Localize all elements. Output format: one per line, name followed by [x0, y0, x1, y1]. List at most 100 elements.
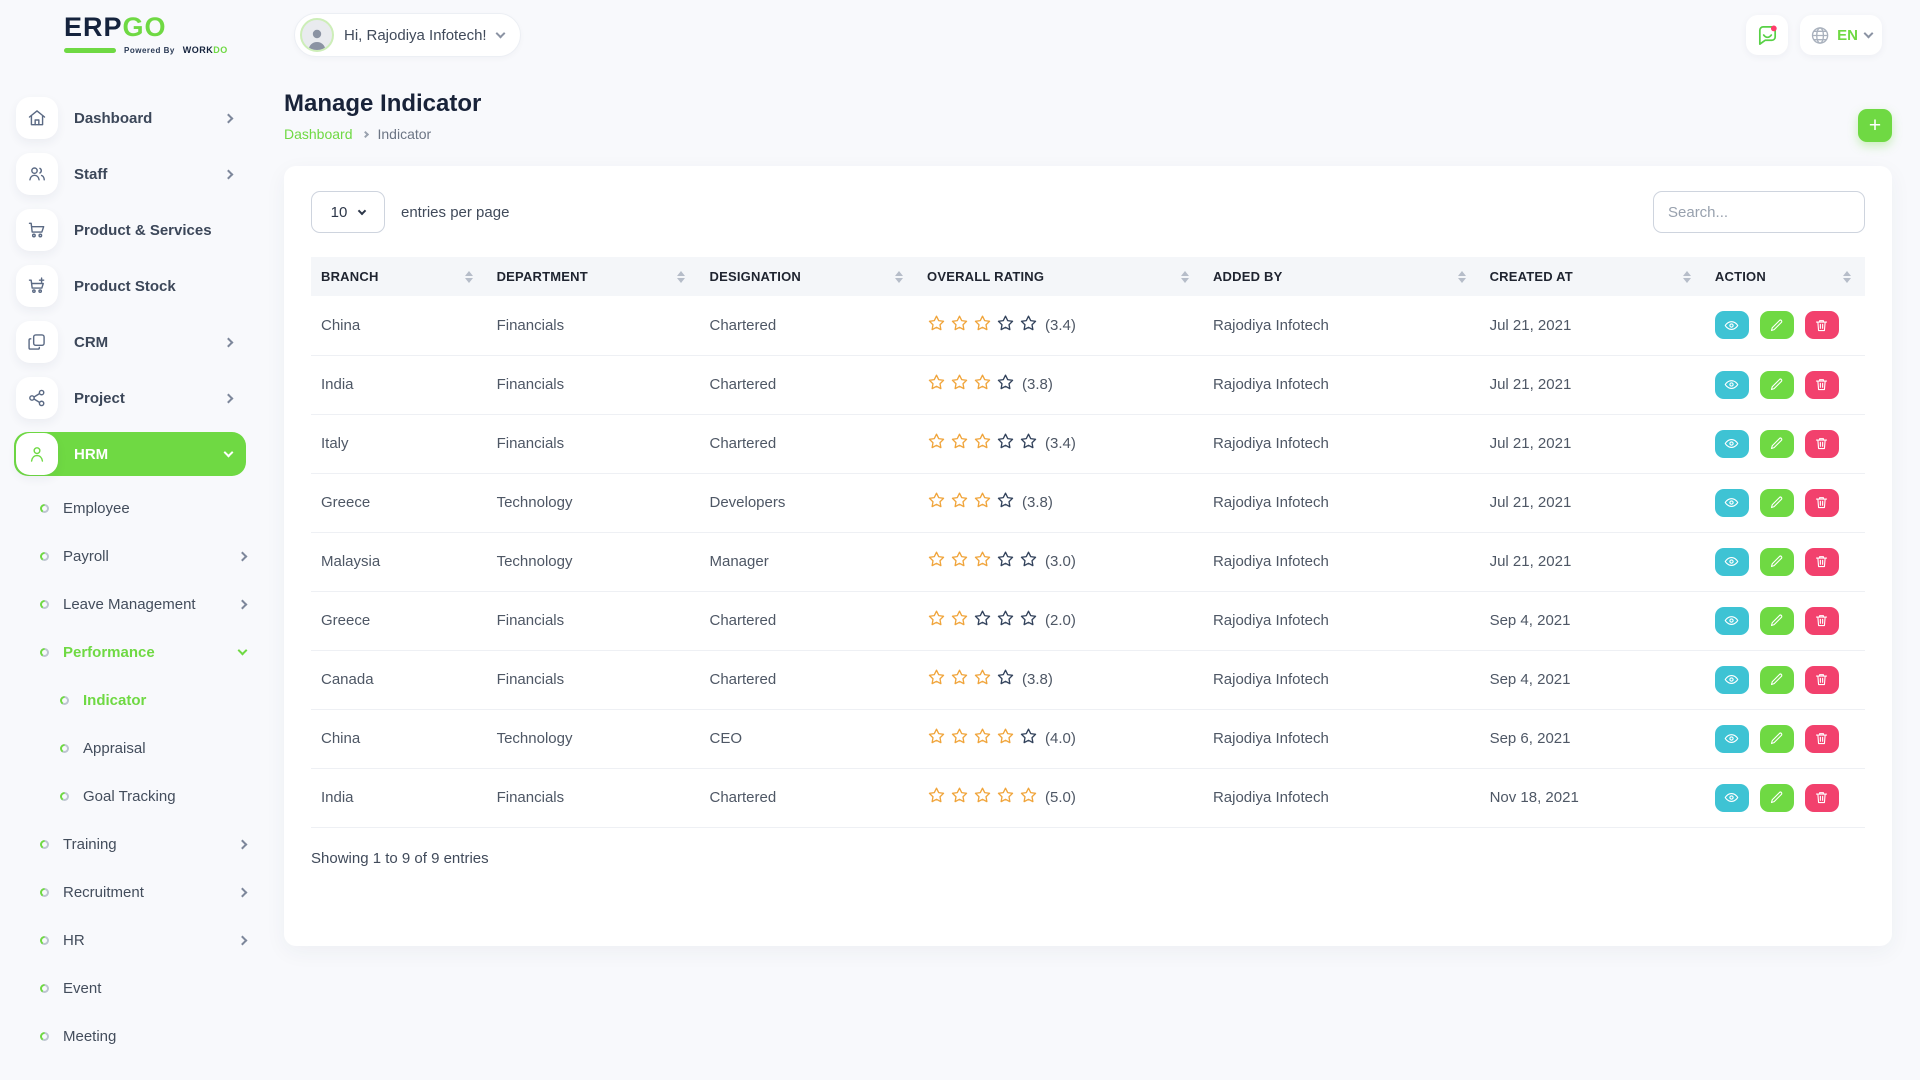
chevron-right-icon [238, 551, 248, 561]
column-header-action[interactable]: ACTION [1705, 257, 1865, 296]
overall-rating-cell: (2.0) [917, 591, 1203, 650]
sidebar-item-performance[interactable]: Performance [14, 632, 246, 672]
sidebar-item-dashboard[interactable]: Dashboard [14, 96, 246, 140]
sidebar-item-label: Employee [63, 500, 246, 517]
delete-button[interactable] [1805, 311, 1839, 339]
sidebar-item-goal-tracking[interactable]: Goal Tracking [14, 776, 246, 816]
overall-rating-cell: (3.8) [917, 650, 1203, 709]
star-icon [973, 432, 992, 455]
branch-cell: Greece [311, 591, 487, 650]
table-header-row: BRANCH DEPARTMENT DESIGNATION OVERALL RA… [311, 257, 1865, 296]
breadcrumb-dashboard-link[interactable]: Dashboard [284, 126, 353, 142]
view-button[interactable] [1715, 548, 1749, 576]
created-at-cell: Nov 18, 2021 [1480, 768, 1705, 827]
view-button[interactable] [1715, 371, 1749, 399]
star-icon [927, 727, 946, 750]
view-button[interactable] [1715, 489, 1749, 517]
bullet-icon [40, 840, 49, 849]
view-button[interactable] [1715, 430, 1749, 458]
star-icon [950, 314, 969, 337]
edit-button[interactable] [1760, 784, 1794, 812]
sidebar-item-hrm[interactable]: HRM [14, 432, 246, 476]
trash-icon [1814, 672, 1829, 687]
overall-rating-cell: (3.0) [917, 532, 1203, 591]
star-icon [927, 668, 946, 691]
add-indicator-button[interactable]: + [1858, 109, 1892, 142]
delete-button[interactable] [1805, 607, 1839, 635]
edit-button[interactable] [1760, 311, 1794, 339]
edit-button[interactable] [1760, 371, 1794, 399]
branch-cell: China [311, 709, 487, 768]
chevron-down-icon [495, 29, 505, 39]
messenger-button[interactable] [1746, 15, 1788, 55]
edit-button[interactable] [1760, 548, 1794, 576]
eye-icon [1724, 377, 1739, 392]
sidebar-item-staff[interactable]: Staff [14, 152, 246, 196]
sidebar-item-product-services[interactable]: Product & Services [14, 208, 246, 252]
star-icon [927, 432, 946, 455]
view-button[interactable] [1715, 725, 1749, 753]
delete-button[interactable] [1805, 489, 1839, 517]
sidebar-item-employee[interactable]: Employee [14, 488, 246, 528]
star-icon [973, 609, 992, 632]
created-at-cell: Jul 21, 2021 [1480, 296, 1705, 355]
edit-button[interactable] [1760, 666, 1794, 694]
column-header-designation[interactable]: DESIGNATION [699, 257, 917, 296]
rating-value: (3.0) [1045, 553, 1076, 570]
column-header-department[interactable]: DEPARTMENT [487, 257, 700, 296]
sidebar-item-appraisal[interactable]: Appraisal [14, 728, 246, 768]
column-header-created-at[interactable]: CREATED AT [1480, 257, 1705, 296]
edit-button[interactable] [1760, 430, 1794, 458]
sidebar-item-crm[interactable]: CRM [14, 320, 246, 364]
sort-icon [465, 271, 473, 283]
sidebar-item-payroll[interactable]: Payroll [14, 536, 246, 576]
edit-button[interactable] [1760, 489, 1794, 517]
column-header-overall-rating[interactable]: OVERALL RATING [917, 257, 1203, 296]
department-cell: Financials [487, 296, 700, 355]
table-row: ChinaTechnologyCEO(4.0)Rajodiya Infotech… [311, 709, 1865, 768]
delete-button[interactable] [1805, 430, 1839, 458]
sort-icon [895, 271, 903, 283]
eye-icon [1724, 495, 1739, 510]
user-menu[interactable]: Hi, Rajodiya Infotech! [294, 13, 521, 57]
sidebar-item-recruitment[interactable]: Recruitment [14, 872, 246, 912]
cart-icon [16, 209, 58, 251]
sidebar-item-indicator[interactable]: Indicator [14, 680, 246, 720]
workdo-brand: WORKDO [183, 45, 228, 55]
app-logo: ERPGO Powered By WORKDO [64, 12, 234, 55]
view-button[interactable] [1715, 311, 1749, 339]
indicator-table: BRANCH DEPARTMENT DESIGNATION OVERALL RA… [311, 257, 1865, 828]
sidebar-item-product-stock[interactable]: Product Stock [14, 264, 246, 308]
delete-button[interactable] [1805, 371, 1839, 399]
column-header-branch[interactable]: BRANCH [311, 257, 487, 296]
trash-icon [1814, 436, 1829, 451]
sidebar-item-event[interactable]: Event [14, 968, 246, 1008]
edit-button[interactable] [1760, 725, 1794, 753]
delete-button[interactable] [1805, 784, 1839, 812]
created-at-cell: Jul 21, 2021 [1480, 473, 1705, 532]
created-at-cell: Sep 4, 2021 [1480, 591, 1705, 650]
column-header-added-by[interactable]: ADDED BY [1203, 257, 1480, 296]
edit-button[interactable] [1760, 607, 1794, 635]
sidebar-item-hr[interactable]: HR [14, 920, 246, 960]
star-icon [927, 373, 946, 396]
sidebar-item-leave-management[interactable]: Leave Management [14, 584, 246, 624]
language-selector[interactable]: EN [1800, 15, 1882, 55]
delete-button[interactable] [1805, 548, 1839, 576]
sidebar-item-training[interactable]: Training [14, 824, 246, 864]
sidebar-item-meeting[interactable]: Meeting [14, 1016, 246, 1056]
sidebar-item-label: Performance [63, 644, 225, 661]
added-by-cell: Rajodiya Infotech [1203, 591, 1480, 650]
department-cell: Financials [487, 650, 700, 709]
created-at-cell: Sep 6, 2021 [1480, 709, 1705, 768]
view-button[interactable] [1715, 607, 1749, 635]
star-icon [996, 727, 1015, 750]
designation-cell: Chartered [699, 355, 917, 414]
sidebar-item-project[interactable]: Project [14, 376, 246, 420]
delete-button[interactable] [1805, 725, 1839, 753]
entries-per-page-select[interactable]: 10 [311, 191, 385, 233]
delete-button[interactable] [1805, 666, 1839, 694]
view-button[interactable] [1715, 666, 1749, 694]
view-button[interactable] [1715, 784, 1749, 812]
search-input[interactable] [1653, 191, 1865, 233]
